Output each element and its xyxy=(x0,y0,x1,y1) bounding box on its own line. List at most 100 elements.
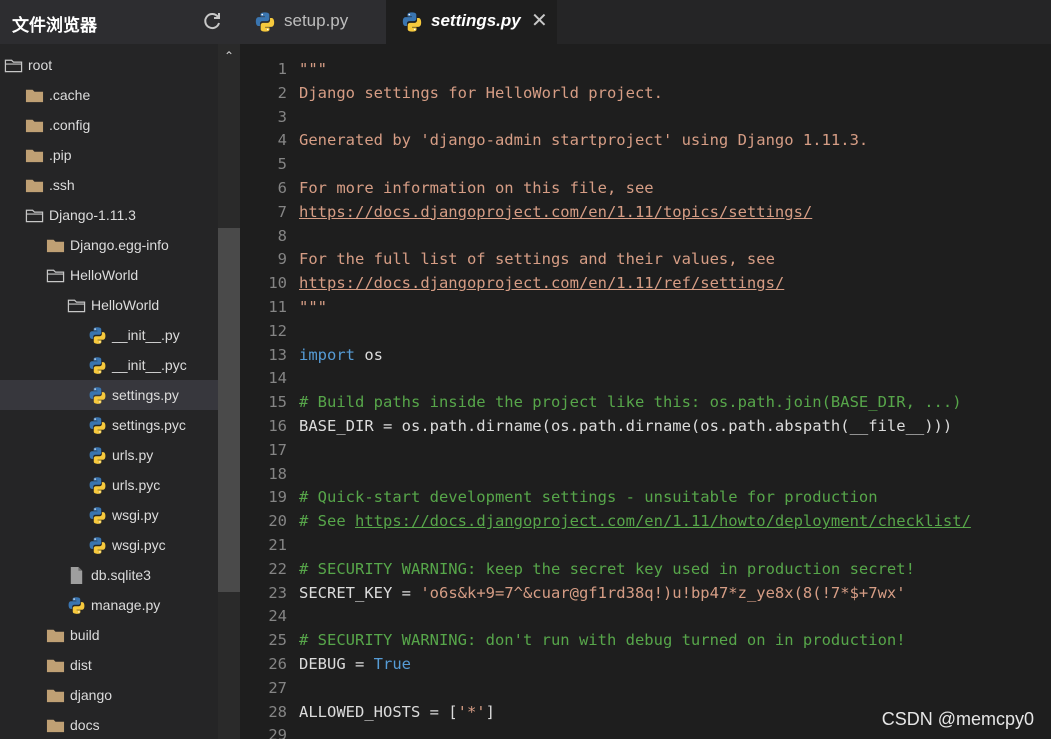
tree-item-label: root xyxy=(28,57,53,73)
line-content: ALLOWED_HOSTS = ['*'] xyxy=(299,701,495,725)
tree-item[interactable]: .config xyxy=(0,110,218,140)
close-icon[interactable]: ✕ xyxy=(531,8,548,33)
scrollbar-thumb[interactable] xyxy=(218,228,240,592)
code-line: 12 xyxy=(240,320,287,344)
line-number: 4 xyxy=(277,131,287,150)
code-editor[interactable]: 1 """ 2 Django settings for HelloWorld proj… xyxy=(240,44,1051,739)
python-icon xyxy=(401,11,423,33)
python-icon xyxy=(88,446,107,465)
line-number: 18 xyxy=(268,464,287,483)
tree-item[interactable]: __init__.py xyxy=(0,320,218,350)
folder-icon xyxy=(25,176,44,195)
code-line: 25 # SECURITY WARNING: don't run with deb… xyxy=(240,629,905,653)
line-number: 11 xyxy=(268,297,287,316)
code-line: 8 xyxy=(240,225,287,249)
tree-item[interactable]: docs xyxy=(0,710,218,739)
line-number: 1 xyxy=(277,60,287,78)
line-number: 25 xyxy=(268,631,287,650)
tree-item[interactable]: HelloWorld xyxy=(0,290,218,320)
line-number: 8 xyxy=(277,226,287,245)
code-token: BASE_DIR = os.path.dirname(os.path.dirna… xyxy=(299,416,953,435)
tree-item[interactable]: django xyxy=(0,680,218,710)
tree-item-label: settings.pyc xyxy=(112,417,186,433)
tree-item[interactable]: wsgi.pyc xyxy=(0,530,218,560)
code-token: # SECURITY WARNING: don't run with debug… xyxy=(299,631,906,650)
code-token: # SECURITY WARNING: keep the secret key … xyxy=(299,559,915,578)
code-line: 1 """ xyxy=(240,58,327,82)
tree-item-label: .pip xyxy=(49,147,72,163)
tree-item[interactable]: wsgi.py xyxy=(0,500,218,530)
tree-item[interactable]: db.sqlite3 xyxy=(0,560,218,590)
line-content: # Quick-start development settings - uns… xyxy=(299,486,878,510)
code-line: 14 xyxy=(240,367,287,391)
line-number: 27 xyxy=(268,678,287,697)
code-line: 19 # Quick-start development settings - u… xyxy=(240,486,877,510)
refresh-icon[interactable] xyxy=(200,9,224,33)
code-token: """ xyxy=(299,297,327,316)
line-number: 15 xyxy=(268,393,287,412)
tree-item[interactable]: settings.py xyxy=(0,380,218,410)
code-token: https://docs.djangoproject.com/en/1.11/r… xyxy=(299,274,785,293)
tree-item[interactable]: urls.py xyxy=(0,440,218,470)
code-token: For the full list of settings and their … xyxy=(299,250,775,269)
python-icon xyxy=(88,386,107,405)
tree-item-label: __init__.py xyxy=(112,327,180,343)
tree-item-label: .cache xyxy=(49,87,91,103)
code-lines: 1 """ 2 Django settings for HelloWorld proj… xyxy=(240,58,971,739)
code-line: 6 For more information on this file, see xyxy=(240,177,654,201)
code-line: 16 BASE_DIR = os.path.dirname(os.path.dir… xyxy=(240,415,952,439)
folder-open-icon xyxy=(25,206,44,225)
code-token: https://docs.djangoproject.com/en/1.11/h… xyxy=(355,512,971,531)
tree-item[interactable]: .pip xyxy=(0,140,218,170)
folder-icon xyxy=(25,116,44,135)
file-browser-sidebar: 文件浏览器 root .cache .config .pip .ssh Django-1.… xyxy=(0,0,240,739)
tree-item[interactable]: settings.pyc xyxy=(0,410,218,440)
tree-item[interactable]: urls.pyc xyxy=(0,470,218,500)
tree-item[interactable]: .cache xyxy=(0,80,218,110)
file-tree: root .cache .config .pip .ssh Django-1.11.3 Dj… xyxy=(0,50,218,739)
tree-item[interactable]: dist xyxy=(0,650,218,680)
code-token: SECRET_KEY = xyxy=(299,583,421,602)
tab-settings-py[interactable]: settings.py ✕ xyxy=(387,0,557,44)
line-number: 12 xyxy=(268,321,287,340)
code-line: 4 Generated by 'django-admin startproject… xyxy=(240,129,869,153)
tree-item-label: settings.py xyxy=(112,387,179,403)
code-line: 18 xyxy=(240,463,287,487)
line-content: For more information on this file, see xyxy=(299,177,654,201)
tree-item-label: manage.py xyxy=(91,597,161,613)
code-token: Django settings for HelloWorld project. xyxy=(299,83,663,102)
code-line: 10 https://docs.djangoproject.com/en/1.11… xyxy=(240,272,784,296)
tree-item-label: HelloWorld xyxy=(91,297,160,313)
code-line: 21 xyxy=(240,534,287,558)
file-icon xyxy=(67,566,86,585)
code-line: 27 xyxy=(240,677,287,701)
tab-setup-py[interactable]: setup.py xyxy=(240,0,387,44)
python-icon xyxy=(67,596,86,615)
sidebar-scrollbar[interactable]: ⌃ xyxy=(218,44,240,739)
scroll-up-icon[interactable]: ⌃ xyxy=(218,46,240,66)
tree-item[interactable]: manage.py xyxy=(0,590,218,620)
folder-icon xyxy=(46,236,65,255)
line-content: https://docs.djangoproject.com/en/1.11/r… xyxy=(299,272,784,296)
code-token: 'o6s&k+9=7^&cuar@gf1rd38q!)u!bp47*z_ye8x… xyxy=(420,583,906,602)
tree-item[interactable]: Django.egg-info xyxy=(0,230,218,260)
tree-item[interactable]: build xyxy=(0,620,218,650)
python-icon xyxy=(254,11,276,33)
line-content: Django settings for HelloWorld project. xyxy=(299,82,663,106)
tree-item[interactable]: __init__.pyc xyxy=(0,350,218,380)
folder-icon xyxy=(46,686,65,705)
line-content: BASE_DIR = os.path.dirname(os.path.dirna… xyxy=(299,415,952,439)
folder-open-icon xyxy=(4,56,23,75)
code-line: 7 https://docs.djangoproject.com/en/1.11/… xyxy=(240,201,813,225)
line-content: # SECURITY WARNING: don't run with debug… xyxy=(299,629,906,653)
tree-item-label: urls.py xyxy=(112,447,154,463)
tree-item[interactable]: root xyxy=(0,50,218,80)
tree-item[interactable]: HelloWorld xyxy=(0,260,218,290)
python-icon xyxy=(88,326,107,345)
code-line: 26 DEBUG = True xyxy=(240,653,411,677)
tree-item-label: .ssh xyxy=(49,177,75,193)
folder-icon xyxy=(25,146,44,165)
folder-icon xyxy=(46,656,65,675)
tree-item[interactable]: .ssh xyxy=(0,170,218,200)
tree-item[interactable]: Django-1.11.3 xyxy=(0,200,218,230)
